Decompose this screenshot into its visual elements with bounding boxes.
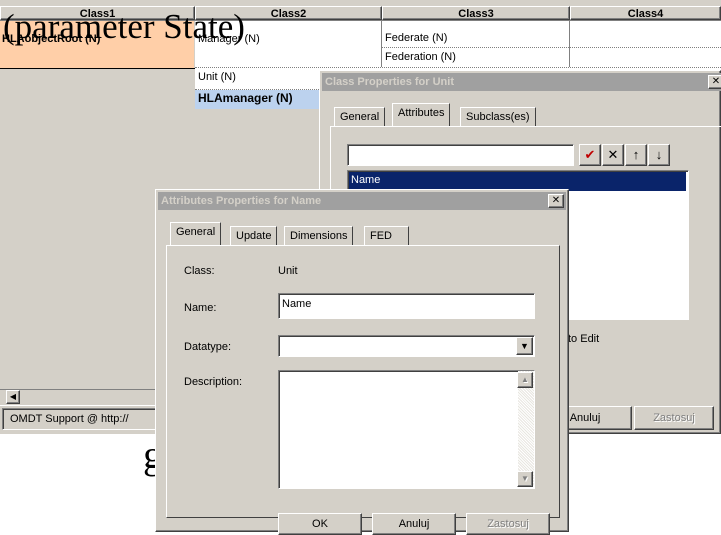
class-dialog-title: Class Properties for Unit [325,76,454,88]
scroll-up-button[interactable]: ▲ [517,372,533,388]
datatype-dropdown-button[interactable]: ▼ [516,337,533,355]
move-up-button[interactable]: ↑ [625,144,647,166]
button-label: Zastosuj [653,412,695,424]
datatype-label: Datatype: [184,341,232,353]
grid-row-line [382,47,721,48]
grid-col-divider-3 [569,21,570,67]
class-dialog-close-button[interactable]: ✕ [708,75,721,89]
arrow-up-icon: ↑ [632,147,640,162]
chevron-down-icon: ▼ [520,341,529,351]
class-tab-subclasses[interactable]: Subclass(es) [460,107,536,126]
attr-dialog-title: Attributes Properties for Name [161,195,322,207]
attributes-properties-dialog: Attributes Properties for Name ✕ General… [155,189,569,535]
checkmark-icon: ✔ [584,147,596,162]
description-textarea[interactable]: ▲ ▼ [278,370,535,489]
class-value: Unit [278,265,298,277]
grid-cell-class2-row4[interactable]: HLAmanager (N) [198,91,293,105]
column-header-class4[interactable]: Class4 [570,6,721,20]
grid-cell-class3-row2[interactable]: Federation (N) [385,50,456,64]
chevron-down-icon: ▼ [521,474,529,483]
button-label: Zastosuj [487,518,529,530]
column-header-class3[interactable]: Class3 [382,6,570,20]
button-label: Anuluj [569,412,601,424]
datatype-select[interactable]: ▼ [278,335,535,357]
grid-cell-class3-row1[interactable]: Federate (N) [385,31,447,45]
tab-label: Dimensions [290,230,348,242]
attr-dialog-close-button[interactable]: ✕ [548,194,564,208]
tab-label: Attributes [398,107,445,119]
arrow-down-icon: ↓ [655,147,663,162]
grid-cell-class2-row3[interactable]: Unit (N) [198,70,236,84]
list-item-label: Name [351,174,381,186]
delete-icon: ✕ [607,147,619,162]
class-tab-general[interactable]: General [334,107,386,126]
attribute-filter-input[interactable] [347,144,574,166]
attr-tab-dimensions[interactable]: Dimensions [284,226,354,245]
close-icon: ✕ [711,76,721,87]
button-label: Anuluj [398,518,430,530]
name-field[interactable]: Name [278,293,535,319]
button-label: OK [312,518,328,530]
class-dialog-titlebar[interactable]: Class Properties for Unit [322,73,721,91]
attr-dialog-titlebar[interactable]: Attributes Properties for Name [158,192,566,210]
class-dialog-apply-button[interactable]: Zastosuj [634,406,714,430]
move-down-button[interactable]: ↓ [648,144,670,166]
tab-label: General [340,111,380,123]
name-field-value: Name [282,298,312,310]
attr-tab-general[interactable]: General [170,222,222,245]
grid-separator-line [0,68,195,69]
tab-label: FED [370,230,392,242]
grid-row-line [195,67,721,68]
attr-tab-update[interactable]: Update [230,226,278,245]
delete-button[interactable]: ✕ [602,144,624,166]
close-icon: ✕ [551,195,561,206]
name-label: Name: [184,302,217,314]
overlay-text: (parameter State) [3,7,245,46]
description-scrollbar[interactable] [518,371,534,486]
description-label: Description: [184,376,243,388]
class-tab-attributes[interactable]: Attributes [392,103,451,126]
check-button[interactable]: ✔ [579,144,601,166]
tab-label: Update [236,230,272,242]
class-dialog-hint: to Edit [568,333,600,345]
horizontal-scrollbar[interactable] [0,389,160,405]
chevron-up-icon: ▲ [521,375,529,384]
scroll-left-button[interactable]: ◀ [6,390,20,404]
grid-col-divider-2 [381,21,382,67]
scroll-down-button[interactable]: ▼ [517,471,533,487]
tab-label: Subclass(es) [466,111,530,123]
tab-label: General [176,226,216,238]
attr-tab-fed[interactable]: FED [364,226,409,245]
class-label: Class: [184,265,215,277]
